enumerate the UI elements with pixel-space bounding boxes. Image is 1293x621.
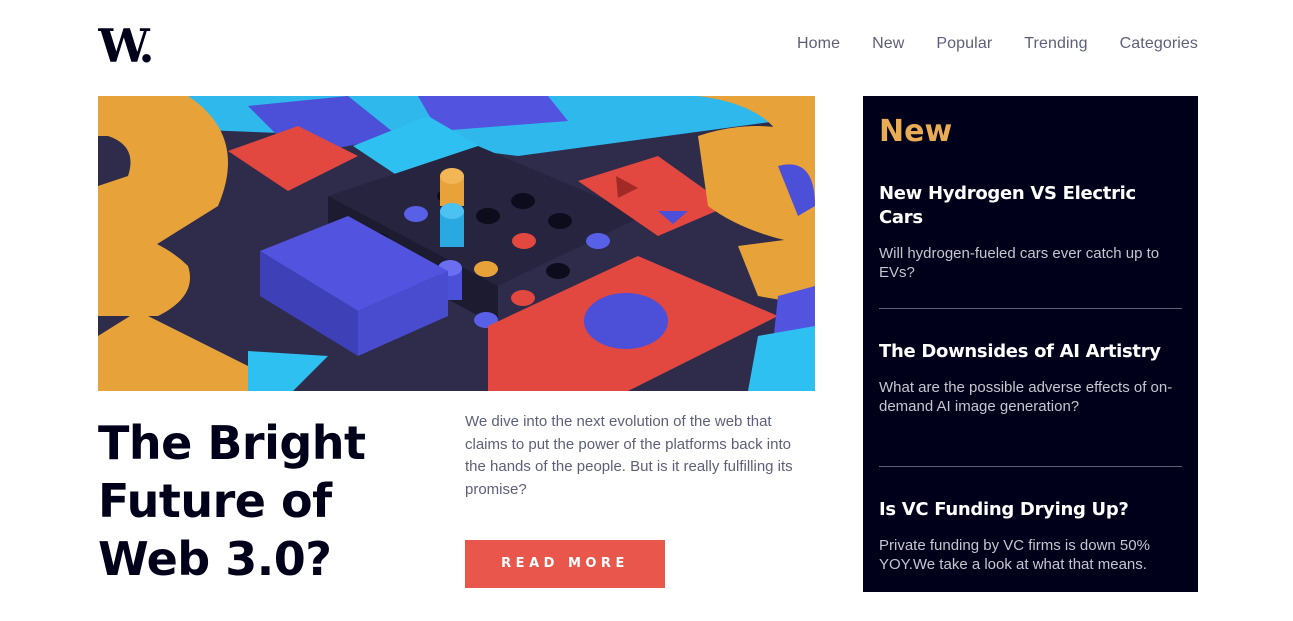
article-description: We dive into the next evolution of the w…: [465, 413, 793, 498]
sidebar-divider: [879, 308, 1182, 309]
brand-logo[interactable]: W.: [98, 24, 164, 66]
sidebar-item-summary: Will hydrogen-fueled cars ever catch up …: [879, 245, 1160, 281]
sidebar-item-title[interactable]: New Hydrogen VS Electric Cars: [879, 182, 1182, 230]
nav-trending-link[interactable]: Trending: [1024, 34, 1087, 54]
nav-home-link[interactable]: Home: [797, 34, 840, 54]
main-nav: Home New Popular Trending Categories: [797, 34, 1198, 54]
new-articles-sidebar: New New Hydrogen VS Electric Cars Will h…: [863, 96, 1198, 592]
hero-image: [98, 96, 815, 391]
article-headline: The Bright Future of Web 3.0?: [98, 416, 366, 586]
sidebar-item-ai-artistry[interactable]: The Downsides of AI Artistry What are th…: [879, 340, 1182, 416]
nav-categories-link[interactable]: Categories: [1120, 34, 1198, 54]
nav-new-link[interactable]: New: [872, 34, 904, 54]
sidebar-item-vc-funding[interactable]: Is VC Funding Drying Up? Private funding…: [879, 498, 1182, 574]
sidebar-item-hydrogen[interactable]: New Hydrogen VS Electric Cars Will hydro…: [879, 182, 1182, 282]
logo-text: W.: [98, 24, 151, 66]
sidebar-item-title[interactable]: The Downsides of AI Artistry: [879, 340, 1182, 364]
sidebar-item-summary: Private funding by VC firms is down 50% …: [879, 537, 1150, 573]
sidebar-item-summary: What are the possible adverse effects of…: [879, 379, 1173, 415]
sidebar-divider: [879, 466, 1182, 467]
sidebar-item-title[interactable]: Is VC Funding Drying Up?: [879, 498, 1182, 522]
sidebar-title: New: [879, 114, 953, 149]
nav-popular-link[interactable]: Popular: [936, 34, 992, 54]
read-more-button[interactable]: READ MORE: [465, 540, 665, 588]
